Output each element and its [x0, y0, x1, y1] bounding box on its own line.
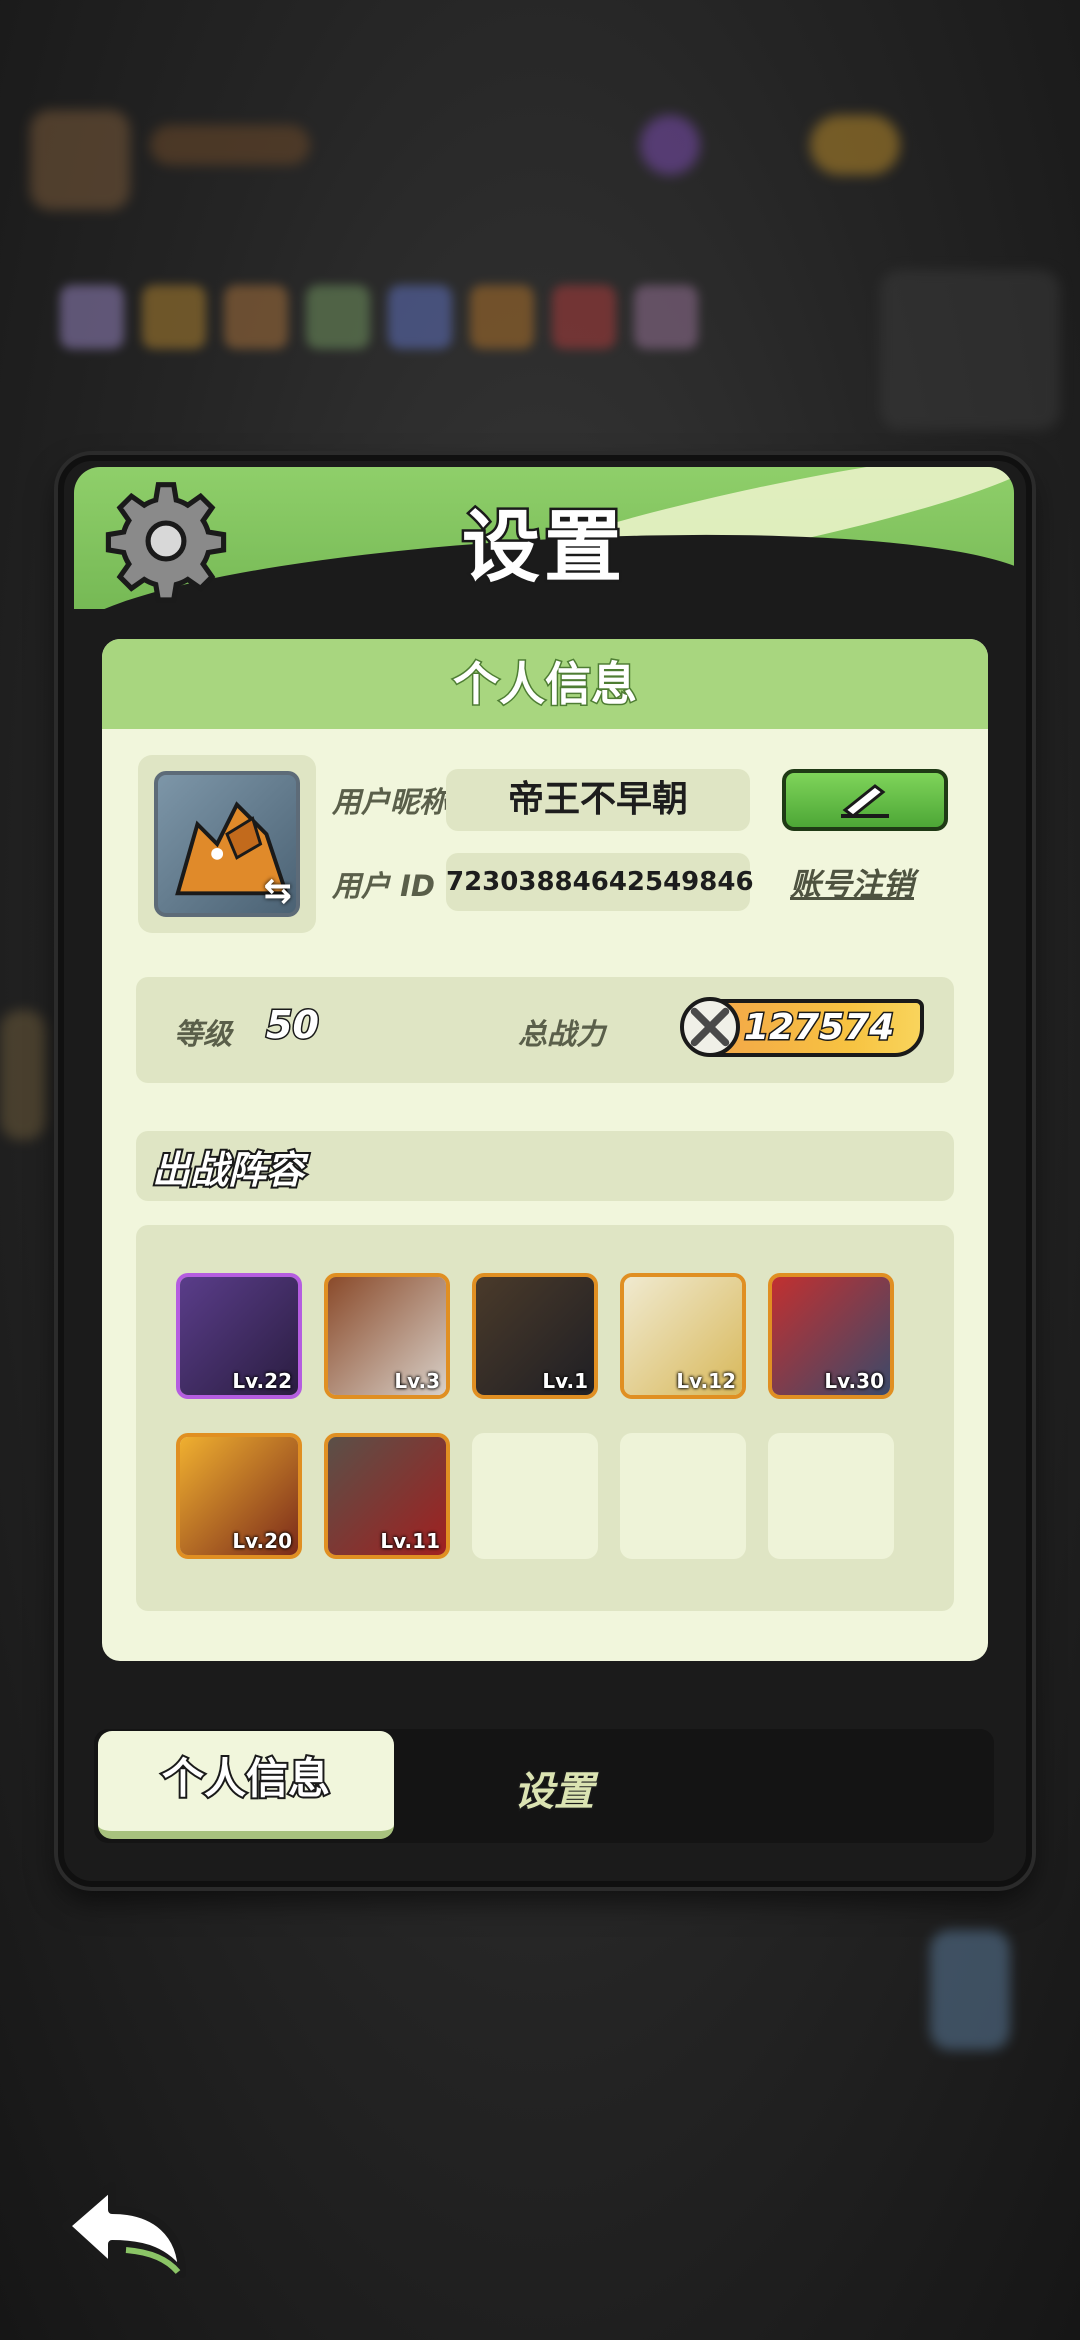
- dialog-tab-bar: 个人信息 设置: [94, 1729, 994, 1843]
- background-side-device: [0, 1010, 46, 1140]
- hero-slot[interactable]: Lv.20: [176, 1433, 302, 1559]
- pencil-icon: [841, 784, 889, 818]
- profile-panel: 个人信息 ⇆ 用户昵称 帝王不早朝 用户 ID 7230388464254984…: [102, 639, 988, 1661]
- hero-slot[interactable]: Lv.30: [768, 1273, 894, 1399]
- hero-slot[interactable]: Lv.12: [620, 1273, 746, 1399]
- background-hero-strip: [60, 285, 698, 349]
- hero-level: Lv.22: [232, 1369, 292, 1393]
- back-arrow-icon[interactable]: [56, 2174, 192, 2284]
- nickname-label: 用户昵称: [332, 785, 449, 819]
- edit-nickname-button[interactable]: [782, 769, 948, 831]
- dialog-title: 设置: [459, 501, 626, 596]
- stats-row: 等级 50 总战力 127574: [136, 977, 954, 1083]
- power-label: 总战力: [518, 1017, 606, 1051]
- tab-settings[interactable]: 设置: [513, 1759, 596, 1817]
- background-character: [930, 1930, 1010, 2050]
- level-label: 等级: [174, 1017, 233, 1051]
- level-value: 50: [265, 1002, 321, 1049]
- avatar[interactable]: ⇆: [154, 771, 300, 917]
- crossed-swords-icon: [680, 997, 740, 1057]
- hero-level: Lv.11: [380, 1529, 440, 1553]
- deregister-account-link[interactable]: 账号注销: [790, 859, 914, 904]
- hero-slot[interactable]: Lv.1: [472, 1273, 598, 1399]
- hero-level: Lv.30: [824, 1369, 884, 1393]
- avatar-container[interactable]: ⇆: [138, 755, 316, 933]
- nickname-field: 帝王不早朝: [446, 769, 750, 831]
- empty-hero-slot[interactable]: [768, 1433, 894, 1559]
- lineup-header: 出战阵容: [136, 1131, 954, 1201]
- hero-slot[interactable]: Lv.3: [324, 1273, 450, 1399]
- background-currency-2: [810, 115, 900, 175]
- hero-level: Lv.12: [676, 1369, 736, 1393]
- swap-icon: ⇆: [263, 871, 293, 911]
- hero-level: Lv.1: [542, 1369, 588, 1393]
- lineup-title: 出战阵容: [150, 1146, 306, 1194]
- empty-hero-slot[interactable]: [620, 1433, 746, 1559]
- hero-slot[interactable]: Lv.11: [324, 1433, 450, 1559]
- profile-section-title: 个人信息: [102, 639, 988, 729]
- background-currency-1: [640, 115, 700, 175]
- tab-profile[interactable]: 个人信息: [98, 1731, 394, 1839]
- hero-level: Lv.20: [232, 1529, 292, 1553]
- power-badge: 127574: [680, 997, 924, 1057]
- hero-level: Lv.3: [394, 1369, 440, 1393]
- power-value: 127574: [742, 1006, 895, 1050]
- lineup-grid: Lv.22 Lv.3 Lv.1 Lv.12 Lv.30 Lv.20 Lv.11: [136, 1225, 954, 1611]
- background-minimap: [880, 270, 1060, 430]
- user-id-label: 用户 ID: [332, 869, 435, 903]
- background-hud-left: [30, 110, 130, 210]
- background-hud-bar: [150, 125, 310, 165]
- dialog-header: 设置: [74, 467, 1014, 609]
- hero-slot[interactable]: Lv.22: [176, 1273, 302, 1399]
- settings-dialog: 设置 个人信息 ⇆ 用户昵称 帝王不早朝 用户 ID 7230388464254…: [58, 455, 1032, 1887]
- user-id-field: 72303884642549846: [446, 853, 754, 911]
- empty-hero-slot[interactable]: [472, 1433, 598, 1559]
